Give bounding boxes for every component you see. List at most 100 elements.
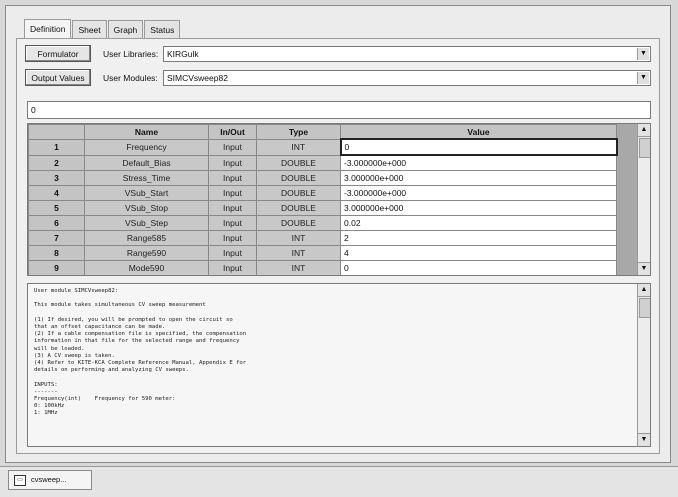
tab-graph[interactable]: Graph (107, 20, 144, 38)
description-scrollbar[interactable]: ▲ ▼ (637, 284, 650, 446)
inout-cell: Input (208, 185, 257, 201)
description-line (34, 374, 644, 381)
inout-cell: Input (208, 215, 257, 231)
column-header-value[interactable]: Value (340, 124, 617, 140)
value-cell[interactable]: 4 (340, 245, 617, 261)
dropdown-arrow-icon[interactable]: ▼ (637, 72, 649, 84)
scroll-down-arrow-icon[interactable]: ▼ (638, 262, 650, 275)
description-line: information in that file for the selecte… (34, 338, 240, 345)
table-row[interactable]: 4 VSub_Start Input DOUBLE -3.000000e+000 (28, 185, 617, 201)
name-cell: VSub_Step (84, 215, 209, 231)
user-modules-select[interactable]: SIMCVsweep82 ▼ (163, 70, 651, 86)
description-line: User module SIMCVsweep82: (34, 288, 119, 294)
type-cell: DOUBLE (256, 215, 341, 231)
output-values-button[interactable]: Output Values (25, 69, 91, 86)
description-line: 1: 1MHz (34, 410, 58, 417)
tab-definition[interactable]: Definition (24, 19, 72, 39)
description-line: (3) A CV sweep is taken. (34, 352, 115, 359)
value-cell[interactable]: -3.000000e+000 (340, 185, 617, 201)
user-libraries-label: User Libraries: (103, 49, 159, 59)
definition-panel: Formulator Output Values User Libraries:… (16, 38, 660, 454)
value-cell[interactable]: 0 (339, 138, 618, 156)
value-cell[interactable]: -3.000000e+000 (340, 154, 617, 171)
scroll-thumb[interactable] (639, 298, 650, 318)
inout-cell: Input (208, 230, 257, 246)
description-line (34, 295, 644, 302)
description-line: ------- (34, 388, 58, 395)
type-cell: INT (256, 245, 341, 261)
scroll-up-arrow-icon[interactable]: ▲ (638, 124, 650, 137)
tab-strip: Definition Sheet Graph Status (24, 19, 181, 39)
value-cell[interactable]: 2 (340, 230, 617, 246)
description-line (34, 310, 644, 317)
description-line: This module takes simultaneous CV sweep … (34, 302, 206, 309)
row-number: 2 (28, 154, 85, 171)
row-number: 6 (28, 215, 85, 231)
description-line: INPUTS: (34, 381, 58, 388)
window-tab-cvsweep[interactable]: ▭ cvsweep... (8, 470, 92, 490)
user-modules-label: User Modules: (103, 73, 158, 83)
grid-scrollbar[interactable]: ▲ ▼ (637, 124, 650, 275)
table-header-row: Name In/Out Type Value (28, 124, 617, 140)
column-header-name[interactable]: Name (84, 124, 209, 140)
formula-input[interactable]: 0 (27, 101, 651, 119)
formulator-button[interactable]: Formulator (25, 45, 91, 62)
description-line: 0: 100kHz (34, 403, 65, 410)
scroll-down-arrow-icon[interactable]: ▼ (638, 433, 650, 446)
type-cell: DOUBLE (256, 154, 341, 171)
user-libraries-select[interactable]: KIRGulk ▼ (163, 46, 651, 62)
name-cell: VSub_Start (84, 185, 209, 201)
tab-sheet[interactable]: Sheet (72, 20, 107, 38)
row-number: 4 (28, 185, 85, 201)
table-row[interactable]: 3 Stress_Time Input DOUBLE 3.000000e+000 (28, 170, 617, 186)
inout-cell: Input (208, 260, 257, 275)
table-row[interactable]: 1 Frequency Input INT 0 (28, 138, 618, 156)
name-cell: Mode590 (84, 260, 209, 275)
parameter-grid: Name In/Out Type Value 1 Frequency Input IN… (27, 123, 651, 276)
table-row[interactable]: 7 Range585 Input INT 2 (28, 230, 617, 246)
row-number: 8 (28, 245, 85, 261)
value-cell[interactable]: 3.000000e+000 (340, 170, 617, 186)
window-tab-bar: ▭ cvsweep... (0, 466, 678, 497)
value-cell[interactable]: 0 (340, 260, 617, 275)
description-text: User module SIMCVsweep82: This module tak… (28, 284, 650, 422)
corner-header (28, 124, 85, 140)
row-number: 9 (28, 260, 85, 275)
scroll-up-arrow-icon[interactable]: ▲ (638, 284, 650, 297)
table-row[interactable]: 6 VSub_Step Input DOUBLE 0.02 (28, 215, 617, 231)
scroll-thumb[interactable] (639, 138, 650, 158)
inout-cell: Input (208, 200, 257, 216)
table-row[interactable]: 9 Mode590 Input INT 0 (28, 260, 617, 275)
dropdown-arrow-icon[interactable]: ▼ (637, 48, 649, 60)
table-row[interactable]: 5 VSub_Stop Input DOUBLE 3.000000e+000 (28, 200, 617, 216)
parameter-table: Name In/Out Type Value 1 Frequency Input IN… (28, 124, 618, 275)
document-icon: ▭ (14, 475, 26, 486)
module-description: User module SIMCVsweep82: This module tak… (27, 283, 651, 447)
row-number: 3 (28, 170, 85, 186)
type-cell: DOUBLE (256, 200, 341, 216)
tab-status[interactable]: Status (144, 20, 181, 38)
type-cell: DOUBLE (256, 185, 341, 201)
row-number: 1 (28, 138, 85, 156)
inout-cell: Input (208, 170, 257, 186)
description-line: Frequency(int) Frequency for 590 meter: (34, 396, 176, 402)
table-row[interactable]: 8 Range590 Input INT 4 (28, 245, 617, 261)
name-cell: Frequency (84, 138, 209, 156)
column-header-inout[interactable]: In/Out (208, 124, 257, 140)
description-line: will be loaded. (34, 345, 85, 352)
value-cell[interactable]: 0.02 (340, 215, 617, 231)
description-line: (4) Refer to KITE-KCA Complete Reference… (34, 360, 247, 366)
table-row[interactable]: 2 Default_Bias Input DOUBLE -3.000000e+000 (28, 154, 617, 171)
inout-cell: Input (208, 154, 257, 171)
value-cell[interactable]: 3.000000e+000 (340, 200, 617, 216)
name-cell: Range590 (84, 245, 209, 261)
name-cell: Range585 (84, 230, 209, 246)
row-number: 7 (28, 230, 85, 246)
type-cell: INT (256, 138, 341, 156)
name-cell: Stress_Time (84, 170, 209, 186)
description-line: (1) If desired, you will be prompted to … (34, 316, 233, 323)
main-window: Definition Sheet Graph Status Formulator… (5, 5, 671, 463)
user-libraries-value: KIRGulk (167, 49, 199, 59)
column-header-type[interactable]: Type (256, 124, 341, 140)
row-number: 5 (28, 200, 85, 216)
